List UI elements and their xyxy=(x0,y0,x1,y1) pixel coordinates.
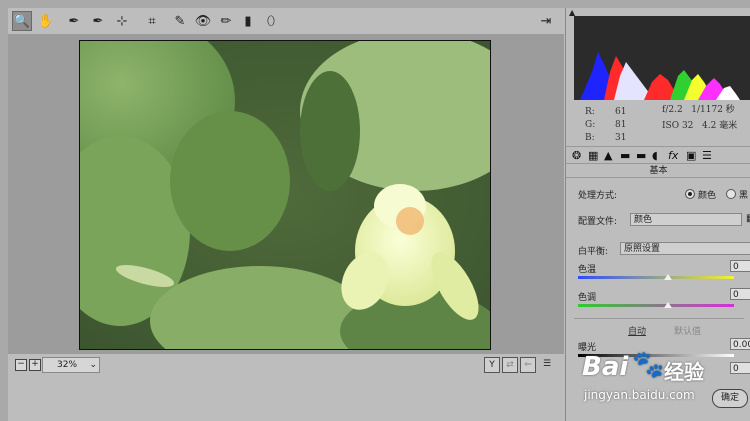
section-title: 基本 xyxy=(566,163,750,178)
tab-camera-calibration-icon[interactable]: ▣ xyxy=(686,149,696,162)
tab-detail-icon[interactable]: ▲ xyxy=(604,149,612,162)
temperature-slider[interactable] xyxy=(578,276,734,279)
target-adjust-icon[interactable]: ⊹ xyxy=(112,11,132,31)
tab-split-toning-icon[interactable]: ▬ xyxy=(636,149,646,162)
zoom-in-button[interactable]: + xyxy=(29,359,41,371)
r-label: R: xyxy=(585,107,595,117)
focal-length: 4.2 毫米 xyxy=(702,121,738,131)
status-bar: − + 32% ⌄ Y ⇄ ⇐ ☰ xyxy=(8,354,564,376)
tab-basic-icon[interactable]: ❂ xyxy=(572,149,581,162)
contrast-input[interactable]: 0 xyxy=(730,362,750,374)
swap-icon[interactable]: ⇄ xyxy=(502,357,518,373)
temperature-label: 色温 xyxy=(578,265,597,275)
watermark-brand: Bai xyxy=(582,352,629,382)
toolbar: 🔍 ✋ ✒ ✒ ⊹ ⌗ ✎ 👁 ✏ ▮ ⬯ ⇥ xyxy=(8,8,564,34)
exposure-input[interactable]: 0.00 xyxy=(730,338,750,350)
white-balance-label: 白平衡: xyxy=(578,247,609,257)
aperture: f/2.2 xyxy=(662,105,683,115)
histogram xyxy=(574,16,750,100)
radio-bw[interactable] xyxy=(726,189,736,199)
white-balance-select[interactable]: 原照设置 xyxy=(620,242,750,255)
bw-option-label: 黑 xyxy=(739,191,749,201)
profile-label: 配置文件: xyxy=(578,217,618,227)
eyedropper-icon[interactable]: ✒ xyxy=(64,11,84,31)
tab-presets-icon[interactable]: ☰ xyxy=(702,149,712,162)
settings-toggle-icon[interactable]: ☰ xyxy=(540,357,554,371)
radial-filter-icon[interactable]: ⬯ xyxy=(261,11,281,31)
treatment-bw-option[interactable]: 黑 xyxy=(726,188,748,201)
tab-hsl-icon[interactable]: ▬ xyxy=(620,149,630,162)
profile-select[interactable]: 颜色 xyxy=(630,213,742,226)
tab-effects-icon[interactable]: fx xyxy=(668,149,678,162)
photo-preview[interactable] xyxy=(79,40,491,350)
copy-icon[interactable]: ⇐ xyxy=(520,357,536,373)
iso: ISO 32 xyxy=(662,121,694,131)
temperature-input[interactable]: 0 xyxy=(730,260,750,272)
radio-color[interactable] xyxy=(685,189,695,199)
brush-icon[interactable]: ✏ xyxy=(216,11,236,31)
default-link[interactable]: 默认值 xyxy=(674,324,701,337)
treatment-label: 处理方式: xyxy=(578,191,618,201)
tab-lens-icon[interactable]: ◖ xyxy=(652,149,658,162)
divider xyxy=(574,318,744,319)
tab-tone-curve-icon[interactable]: ▦ xyxy=(588,149,598,162)
g-label: G: xyxy=(585,120,596,130)
tint-input[interactable]: 0 xyxy=(730,288,750,300)
watermark-brand-2: 经验 xyxy=(664,360,704,384)
tint-slider[interactable] xyxy=(578,304,734,307)
zoom-value: 32% xyxy=(57,360,78,370)
auto-link[interactable]: 自动 xyxy=(628,324,646,337)
zoom-icon[interactable]: 🔍 xyxy=(12,11,32,31)
shutter-speed: 1/1172 秒 xyxy=(691,105,735,115)
tint-label: 色调 xyxy=(578,293,597,303)
spot-removal-icon[interactable]: ✎ xyxy=(170,11,190,31)
b-value: 31 xyxy=(615,133,627,143)
histogram-graph xyxy=(580,52,740,100)
before-after-y-button[interactable]: Y xyxy=(484,357,500,373)
crop-icon[interactable]: ⌗ xyxy=(142,11,162,31)
b-label: B: xyxy=(585,133,595,143)
graduated-filter-icon[interactable]: ▮ xyxy=(238,11,258,31)
hand-icon[interactable]: ✋ xyxy=(36,11,56,31)
color-sampler-icon[interactable]: ✒ xyxy=(88,11,108,31)
g-value: 81 xyxy=(615,120,627,130)
watermark-url: jingyan.baidu.com xyxy=(584,388,695,402)
paw-icon: 🐾 xyxy=(632,350,665,380)
treatment-color-option[interactable]: 颜色 xyxy=(685,188,716,201)
pixel-readout: R: 61 G: 81 B: 31 f/2.2 1/1172 秒 ISO 32 4.2… xyxy=(574,100,750,144)
profile-browser-icon[interactable]: ▦ xyxy=(746,213,750,224)
zoom-out-button[interactable]: − xyxy=(15,359,27,371)
r-value: 61 xyxy=(615,107,627,117)
open-object-icon[interactable]: ⇥ xyxy=(536,11,556,31)
preview-area[interactable] xyxy=(8,34,564,362)
color-option-label: 颜色 xyxy=(698,191,717,201)
lotus-photo xyxy=(80,41,490,349)
tint-thumb[interactable] xyxy=(664,302,672,308)
red-eye-icon[interactable]: 👁 xyxy=(193,11,213,31)
camera-info: f/2.2 1/1172 秒 ISO 32 4.2 毫米 xyxy=(662,102,737,134)
temperature-thumb[interactable] xyxy=(664,274,672,280)
chevron-down-icon: ⌄ xyxy=(89,360,97,370)
ok-button[interactable]: 确定 xyxy=(712,389,748,408)
panel-tabs: ❂ ▦ ▲ ▬ ▬ ◖ fx ▣ ☰ xyxy=(566,146,750,164)
zoom-select[interactable]: 32% ⌄ xyxy=(42,357,100,373)
